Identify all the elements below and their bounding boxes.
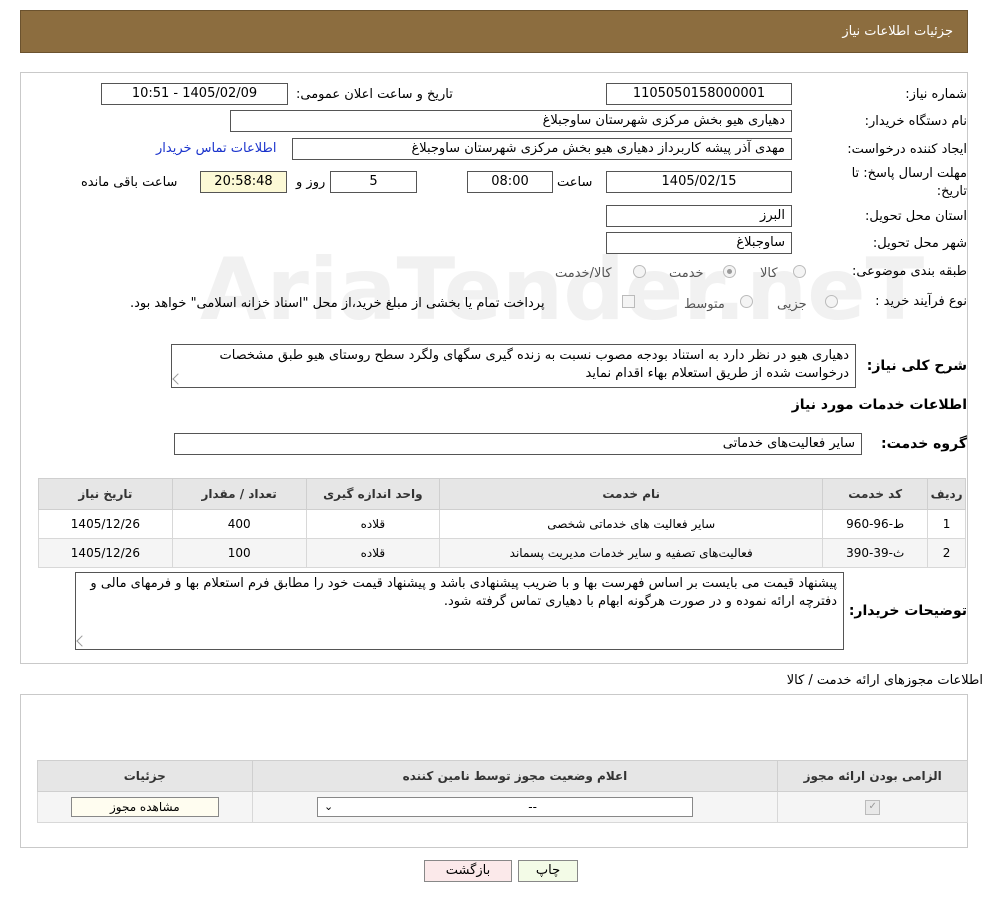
chevron-down-icon: ⌄: [323, 800, 334, 813]
service-qty: 100: [171, 538, 307, 568]
category-service-radio[interactable]: [723, 265, 736, 278]
process-medium-label: متوسط: [684, 297, 725, 312]
service-group-field: سایر فعالیت‌های خدماتی: [174, 433, 862, 455]
page-title: جزئیات اطلاعات نیاز: [842, 24, 953, 39]
process-note: پرداخت تمام یا بخشی از مبلغ خرید،از محل …: [130, 296, 545, 311]
print-button[interactable]: چاپ: [518, 860, 578, 882]
description-label: شرح کلی نیاز:: [866, 358, 967, 374]
table-row: ✓ ⌄ -- مشاهده مجوز: [37, 791, 968, 823]
services-table: ردیف کد خدمت نام خدمت واحد اندازه گیری ت…: [38, 478, 966, 568]
deadline-date-field: 1405/02/15: [606, 171, 792, 193]
watermark: AriaTender.neT: [200, 240, 925, 340]
service-group-label: گروه خدمت:: [881, 436, 967, 452]
required-checkbox: ✓: [865, 799, 881, 815]
service-date: 1405/12/26: [38, 538, 173, 568]
deadline-label: مهلت ارسال پاسخ: تا: [851, 166, 967, 181]
treasury-checkbox[interactable]: [622, 295, 635, 308]
service-qty: 400: [171, 509, 307, 539]
permits-section-title: اطلاعات مجوزهای ارائه خدمت / کالا: [786, 673, 983, 688]
table-row: 1 ط-96-960 سایر فعالیت های خدماتی شخصی ق…: [38, 509, 966, 539]
process-medium-radio[interactable]: [740, 295, 753, 308]
buyer-org-label: نام دستگاه خریدار:: [864, 114, 967, 129]
process-label: نوع فرآیند خرید :: [875, 294, 967, 309]
col-qty: تعداد / مقدار: [171, 478, 307, 510]
buyer-contact-link[interactable]: اطلاعات تماس خریدار: [156, 141, 276, 156]
services-section-title: اطلاعات خدمات مورد نیاز: [791, 397, 967, 413]
category-service-label: خدمت: [669, 266, 704, 281]
creator-label: ایجاد کننده درخواست:: [847, 142, 967, 157]
announce-datetime-field: 1405/02/09 - 10:51: [101, 83, 288, 105]
row-index: 2: [927, 538, 966, 568]
service-unit: قلاده: [305, 509, 441, 539]
col-required: الزامی بودن ارائه مجوز: [777, 760, 968, 792]
service-date: 1405/12/26: [38, 509, 173, 539]
col-date: تاریخ نیاز: [38, 478, 173, 510]
service-code: ث-39-390: [822, 538, 929, 568]
remaining-label: ساعت باقی مانده: [81, 175, 178, 190]
permit-status-select[interactable]: ⌄ --: [316, 797, 693, 817]
need-number-field: 1105050158000001: [606, 83, 792, 105]
province-field: البرز: [606, 205, 792, 227]
process-minor-radio[interactable]: [825, 295, 838, 308]
deadline-time-field: 08:00: [467, 171, 553, 193]
city-field: ساوجبلاغ: [606, 232, 792, 254]
service-name: فعالیت‌های تصفیه و سایر خدمات مدیریت پسم…: [439, 538, 824, 568]
permit-status-value: --: [528, 800, 537, 814]
announce-label: تاریخ و ساعت اعلان عمومی:: [296, 87, 453, 102]
service-code: ط-96-960: [822, 509, 929, 539]
col-unit: واحد اندازه گیری: [305, 478, 441, 510]
col-row: ردیف: [927, 478, 966, 510]
col-code: کد خدمت: [822, 478, 929, 510]
description-textarea[interactable]: دهیاری هیو در نظر دارد به استناد بودجه م…: [171, 344, 856, 388]
row-index: 1: [927, 509, 966, 539]
permits-table: الزامی بودن ارائه مجوز اعلام وضعیت مجوز …: [37, 760, 968, 823]
category-goods-label: کالا: [760, 266, 778, 281]
back-button[interactable]: بازگشت: [424, 860, 512, 882]
col-name: نام خدمت: [439, 478, 824, 510]
province-label: استان محل تحویل:: [865, 209, 967, 224]
category-goods-service-label: کالا/خدمت: [555, 266, 612, 281]
category-goods-service-radio[interactable]: [633, 265, 646, 278]
buyer-org-field: دهیاری هیو بخش مرکزی شهرستان ساوجبلاغ: [230, 110, 792, 132]
service-name: سایر فعالیت های خدماتی شخصی: [439, 509, 824, 539]
remaining-time-field: 20:58:48: [200, 171, 287, 193]
col-status: اعلام وضعیت مجوز توسط نامین کننده: [251, 760, 779, 792]
deadline-time-label: ساعت: [557, 175, 593, 190]
process-minor-label: جزیی: [777, 297, 807, 312]
days-label: روز و: [296, 175, 326, 190]
col-details: جزئیات: [37, 760, 253, 792]
table-row: 2 ث-39-390 فعالیت‌های تصفیه و سایر خدمات…: [38, 538, 966, 568]
buyer-notes-textarea[interactable]: پیشنهاد قیمت می بایست بر اساس فهرست بها …: [75, 572, 844, 650]
buyer-notes-label: توضیحات خریدار:: [848, 603, 967, 619]
deadline-label-date: تاریخ:: [936, 184, 967, 199]
view-permit-button[interactable]: مشاهده مجوز: [70, 797, 219, 817]
page-header: جزئیات اطلاعات نیاز: [20, 10, 968, 53]
days-field: 5: [330, 171, 417, 193]
service-unit: قلاده: [305, 538, 441, 568]
city-label: شهر محل تحویل:: [872, 236, 967, 251]
creator-field: مهدی آذر پیشه کاربرداز دهیاری هیو بخش مر…: [292, 138, 792, 160]
category-label: طبقه بندی موضوعی:: [851, 264, 967, 279]
need-number-label: شماره نیاز:: [905, 87, 967, 102]
category-goods-radio[interactable]: [793, 265, 806, 278]
